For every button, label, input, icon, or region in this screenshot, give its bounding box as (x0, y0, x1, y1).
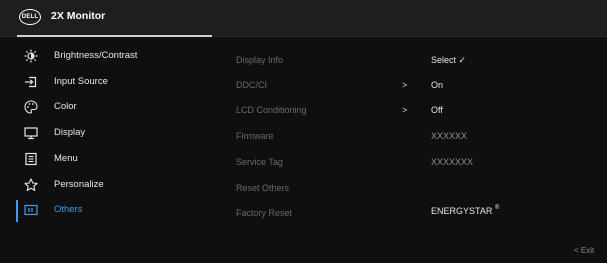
menu-label-color: Color (54, 101, 77, 112)
menu-item-personalize[interactable]: Personalize (14, 175, 214, 197)
submenu-lcd-conditioning[interactable]: LCD Conditioning (236, 105, 307, 115)
submenu-factory-reset[interactable]: Factory Reset (236, 208, 292, 218)
menu-label-menu: Menu (54, 153, 78, 164)
submenu-display-info[interactable]: Display Info (236, 55, 283, 65)
submenu-firmware: Firmware (236, 131, 274, 141)
menu-label-display: Display (54, 127, 86, 138)
input-source-icon (24, 75, 38, 89)
monitor-title: 2X Monitor (51, 10, 106, 22)
menu-item-color[interactable]: Color (14, 97, 214, 119)
chevron-right-icon: > (402, 105, 408, 115)
dell-logo: DELL (19, 9, 41, 25)
menu-column-underline (17, 35, 212, 37)
osd-header: DELL 2X Monitor (0, 0, 607, 36)
value-lcd-conditioning: Off (431, 105, 443, 115)
submenu-service-tag: Service Tag (236, 157, 283, 167)
exit-button[interactable]: < Exit (574, 246, 594, 255)
submenu-reset-others[interactable]: Reset Others (236, 183, 289, 193)
menu-item-input-source[interactable]: Input Source (14, 72, 214, 94)
monitor-osd: DELL 2X Monitor Brightness/Contrast Inpu… (0, 0, 607, 263)
menu-item-others[interactable]: Others (14, 200, 214, 222)
chevron-right-icon: > (402, 80, 408, 90)
value-display-info: Select ✓ (431, 55, 467, 65)
menu-label-brightness-contrast: Brightness/Contrast (54, 50, 138, 61)
menu-item-brightness-contrast[interactable]: Brightness/Contrast (14, 46, 214, 68)
value-firmware: XXXXXX (431, 131, 468, 141)
value-service-tag: XXXXXXX (431, 157, 474, 167)
star-icon (24, 178, 38, 192)
submenu-ddc-ci[interactable]: DDC/CI (236, 80, 267, 90)
color-palette-icon (24, 100, 38, 114)
menu-label-others: Others (54, 204, 83, 215)
energystar-text: ENERGYSTAR (431, 206, 493, 216)
menu-list-icon (24, 152, 38, 166)
others-info-icon (24, 203, 38, 217)
value-ddc-ci: On (431, 80, 444, 90)
menu-item-menu[interactable]: Menu (14, 149, 214, 171)
display-monitor-icon (24, 126, 38, 140)
menu-item-display[interactable]: Display (14, 123, 214, 145)
energystar-label: ENERGYSTAR ® (431, 205, 500, 216)
registered-mark: ® (494, 205, 500, 211)
menu-label-input-source: Input Source (54, 76, 108, 87)
brightness-icon (24, 49, 38, 63)
menu-label-personalize: Personalize (54, 179, 104, 190)
